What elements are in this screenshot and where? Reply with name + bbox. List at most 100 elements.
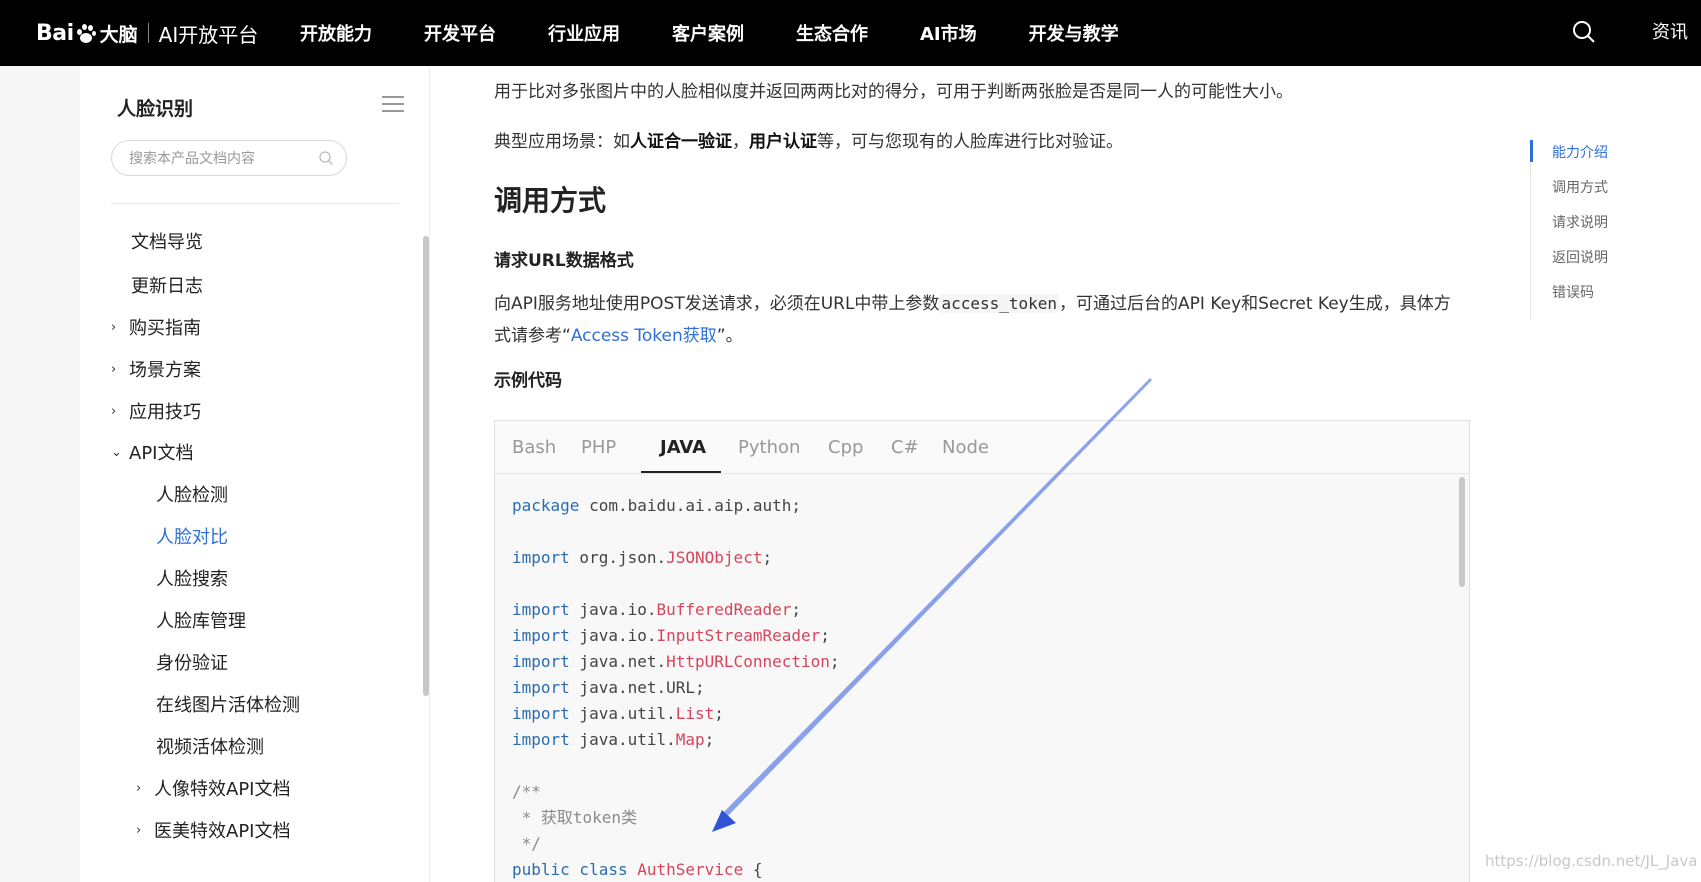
sidebar-item-label: 视频活体检测 — [156, 737, 264, 758]
sidebar-item-portrait-effects[interactable]: › 人像特效API文档 — [136, 775, 290, 801]
code-text: com.baidu.ai.aip.auth; — [579, 496, 801, 515]
sidebar-item-label: 文档导览 — [131, 232, 203, 253]
tab-bash[interactable]: Bash — [512, 437, 556, 458]
sidebar-search-input[interactable]: 搜索本产品文档内容 — [111, 140, 347, 176]
logo-platform-text: AI开放平台 — [158, 22, 259, 47]
sidebar-item-label: 人脸对比 — [156, 527, 228, 548]
menu-icon[interactable] — [382, 96, 404, 112]
chevron-right-icon: › — [111, 403, 117, 419]
sidebar-item-face-detect[interactable]: 人脸检测 — [156, 481, 228, 507]
sidebar-item-tips[interactable]: › 应用技巧 — [111, 398, 201, 424]
page-toc: 能力介绍 调用方式 请求说明 返回说明 错误码 — [1530, 140, 1680, 320]
code-sample-panel: Bash PHP JAVA Python Cpp C# Node package… — [494, 420, 1470, 882]
tab-php[interactable]: PHP — [581, 437, 616, 458]
sidebar-item-api-docs[interactable]: ⌄ API文档 — [111, 439, 193, 465]
code-class: HttpURLConnection — [666, 652, 830, 671]
toc-item-call[interactable]: 调用方式 — [1552, 177, 1608, 197]
code-keyword: package — [512, 496, 580, 515]
chevron-down-icon: ⌄ — [111, 444, 122, 460]
nav-item-industry[interactable]: 行业应用 — [548, 20, 620, 46]
nav-item-dev-platform[interactable]: 开发平台 — [424, 20, 496, 46]
request-text: 式请参考“ — [494, 326, 571, 346]
sidebar-item-label: 应用技巧 — [129, 402, 201, 423]
doc-content: 用于比对多张图片中的人脸相似度并返回两两比对的得分，可用于判断两张脸是否是同一人… — [430, 66, 1530, 882]
search-placeholder: 搜索本产品文档内容 — [129, 151, 255, 167]
code-comment: */ — [512, 834, 541, 853]
nav-item-cases[interactable]: 客户案例 — [672, 20, 744, 46]
code-comment: * 获取token类 — [512, 808, 638, 827]
sidebar-item-label: 更新日志 — [131, 276, 203, 297]
sidebar-title: 人脸识别 — [117, 98, 194, 120]
main-nav: 开放能力 开发平台 行业应用 客户案例 生态合作 AI市场 开发与教学 — [300, 0, 1171, 66]
code-text: java.io. — [569, 600, 657, 619]
sidebar-item-video-liveness[interactable]: 视频活体检测 — [156, 733, 264, 759]
toc-item-intro[interactable]: 能力介绍 — [1552, 142, 1608, 162]
nav-item-news[interactable]: 资讯 — [1652, 18, 1688, 44]
code-text: org.json. — [569, 548, 667, 567]
nav-item-ecosystem[interactable]: 生态合作 — [796, 20, 868, 46]
section-heading-call: 调用方式 — [494, 184, 607, 217]
tab-python[interactable]: Python — [738, 437, 800, 458]
tab-csharp[interactable]: C# — [891, 437, 919, 458]
code-text: { — [743, 860, 763, 879]
request-paragraph-line2: 式请参考“Access Token获取”。 — [494, 320, 743, 352]
sidebar-item-label: 医美特效API文档 — [154, 821, 291, 842]
logo-baidu-text: Bai — [36, 20, 74, 46]
logo-brain-text: 大脑 — [99, 23, 138, 46]
toc-item-errors[interactable]: 错误码 — [1552, 282, 1594, 302]
sidebar-item-changelog[interactable]: 更新日志 — [131, 272, 203, 298]
sidebar-item-purchase-guide[interactable]: › 购买指南 — [111, 314, 201, 340]
code-keyword: import — [512, 730, 570, 749]
search-icon[interactable] — [318, 150, 334, 166]
code-class: BufferedReader — [656, 600, 792, 619]
request-text: ，可通过后台的API Key和Secret Key生成，具体方 — [1059, 294, 1451, 314]
code-text: ; — [714, 704, 724, 723]
search-icon[interactable] — [1570, 18, 1598, 46]
sidebar-item-scenarios[interactable]: › 场景方案 — [111, 356, 201, 382]
tab-node[interactable]: Node — [942, 437, 989, 458]
request-text: ”。 — [716, 326, 743, 346]
code-text: ; — [820, 626, 830, 645]
sidebar-item-image-liveness[interactable]: 在线图片活体检测 — [156, 691, 300, 717]
sidebar-item-label: 在线图片活体检测 — [156, 695, 300, 716]
tab-java[interactable]: JAVA — [660, 437, 706, 458]
nav-item-open-ability[interactable]: 开放能力 — [300, 20, 372, 46]
sidebar-item-face-library[interactable]: 人脸库管理 — [156, 607, 246, 633]
scenario-sep: ， — [732, 132, 749, 152]
access-token-param: access_token — [939, 294, 1060, 313]
paw-icon — [75, 22, 97, 44]
tab-cpp[interactable]: Cpp — [828, 437, 863, 458]
chevron-right-icon: › — [136, 822, 142, 838]
watermark-text: https://blog.csdn.net/JL_Java — [1485, 852, 1698, 870]
intro-paragraph: 用于比对多张图片中的人脸相似度并返回两两比对的得分，可用于判断两张脸是否是同一人… — [494, 82, 1293, 102]
sidebar-item-face-search[interactable]: 人脸搜索 — [156, 565, 228, 591]
left-gutter — [0, 66, 80, 882]
access-token-link[interactable]: Access Token获取 — [571, 326, 717, 346]
code-text: ; — [791, 600, 801, 619]
sidebar-item-label: 购买指南 — [129, 318, 201, 339]
toc-item-response[interactable]: 返回说明 — [1552, 247, 1608, 267]
scenario-bold-2: 用户认证 — [749, 132, 817, 152]
sidebar-item-label: 人脸搜索 — [156, 569, 228, 590]
sidebar-item-face-compare[interactable]: 人脸对比 — [156, 523, 228, 549]
code-keyword: import — [512, 704, 570, 723]
sidebar-item-beauty-effects[interactable]: › 医美特效API文档 — [136, 817, 290, 843]
scenario-bold-1: 人证合一验证 — [630, 132, 732, 152]
code-class: List — [675, 704, 715, 723]
top-nav-bar: Bai 大脑 AI开放平台 开放能力 开发平台 行业应用 客户案例 生态合作 A… — [0, 0, 1701, 66]
baidu-ai-logo[interactable]: Bai 大脑 AI开放平台 — [36, 0, 258, 66]
subheading-sample-code: 示例代码 — [494, 371, 562, 391]
code-keyword: import — [512, 548, 570, 567]
sidebar-item-identity[interactable]: 身份验证 — [156, 649, 228, 675]
sidebar-item-doc-guide[interactable]: 文档导览 — [131, 228, 203, 254]
nav-item-dev-teaching[interactable]: 开发与教学 — [1029, 20, 1119, 46]
code-block: package com.baidu.ai.aip.auth; import or… — [512, 493, 840, 882]
code-text: java.net.URL; — [569, 678, 705, 697]
code-text: java.io. — [569, 626, 657, 645]
code-comment: /** — [512, 782, 541, 801]
toc-item-request[interactable]: 请求说明 — [1552, 212, 1608, 232]
code-scrollbar[interactable] — [1459, 477, 1465, 587]
sidebar-item-label: API文档 — [129, 443, 194, 464]
sidebar-item-label: 人脸检测 — [156, 485, 228, 506]
nav-item-ai-market[interactable]: AI市场 — [920, 20, 977, 46]
